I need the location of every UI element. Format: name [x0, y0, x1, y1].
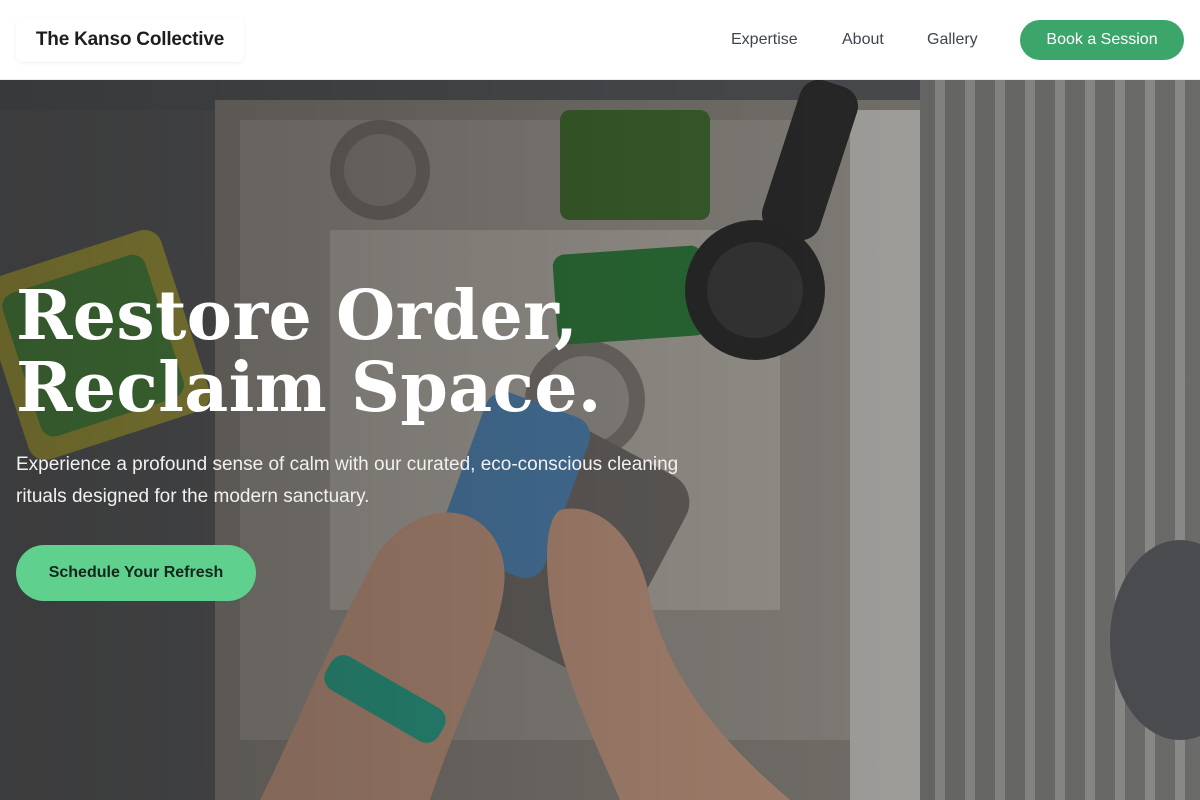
hero-headline-line-1: Restore Order, — [16, 276, 579, 356]
nav-link-gallery[interactable]: Gallery — [927, 29, 978, 51]
nav-link-expertise[interactable]: Expertise — [731, 29, 798, 51]
hero-subtext: Experience a profound sense of calm with… — [16, 454, 679, 507]
hero-headline: Restore Order, Reclaim Space. — [16, 280, 602, 424]
book-session-button[interactable]: Book a Session — [1020, 20, 1184, 60]
brand-logo[interactable]: The Kanso Collective — [16, 18, 244, 62]
nav-link-about[interactable]: About — [842, 29, 884, 51]
site-header: The Kanso Collective Expertise About Gal… — [0, 0, 1200, 80]
hero-overlay — [0, 80, 1200, 800]
schedule-refresh-button[interactable]: Schedule Your Refresh — [16, 545, 256, 601]
hero-section: Restore Order, Reclaim Space. Experience… — [0, 80, 1200, 800]
hero-headline-line-2: Reclaim Space. — [16, 348, 602, 428]
